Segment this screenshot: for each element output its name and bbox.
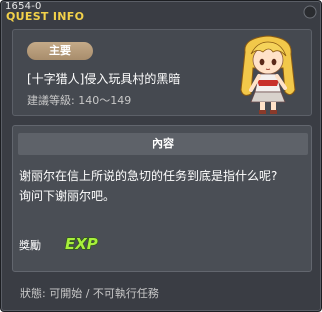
level-separator: :	[71, 94, 75, 107]
exp-icon-text: EXP	[65, 235, 98, 253]
reward-label: 獎勵	[19, 239, 41, 252]
exp-reward-icon: EXP	[64, 234, 98, 253]
quest-content-panel: 內容 谢丽尔在信上所说的急切的任务到底是指什么呢? 询问下谢丽尔吧。 獎勵 EX…	[12, 125, 312, 272]
quest-name: [十字猎人]侵入玩具村的黑暗	[27, 72, 181, 86]
status-label: 狀態	[20, 287, 42, 300]
status-value: 可開始 / 不可執行任務	[49, 287, 159, 300]
recommended-level: 建議等級: 140～149	[27, 92, 131, 108]
quest-info-window: 1654-0 QUEST INFO 主要 [十字猎人]侵入玩具村的黑暗 建議等級…	[0, 0, 322, 312]
status-separator: :	[42, 287, 46, 300]
description-line-1: 谢丽尔在信上所说的急切的任务到底是指什么呢?	[19, 169, 278, 183]
quest-description: 谢丽尔在信上所说的急切的任务到底是指什么呢? 询问下谢丽尔吧。	[19, 166, 307, 206]
description-line-2: 询问下谢丽尔吧。	[19, 189, 116, 203]
window-title: QUEST INFO	[6, 10, 85, 23]
content-section-title: 內容	[18, 133, 308, 155]
npc-portrait	[240, 35, 296, 114]
category-badge: 主要	[27, 42, 93, 60]
close-icon[interactable]	[303, 5, 317, 19]
quest-header-panel: 主要 [十字猎人]侵入玩具村的黑暗 建議等級: 140～149	[12, 29, 312, 116]
quest-status: 狀態: 可開始 / 不可執行任務	[20, 285, 159, 301]
level-value: 140～149	[78, 94, 132, 107]
level-label: 建議等級	[27, 94, 71, 107]
